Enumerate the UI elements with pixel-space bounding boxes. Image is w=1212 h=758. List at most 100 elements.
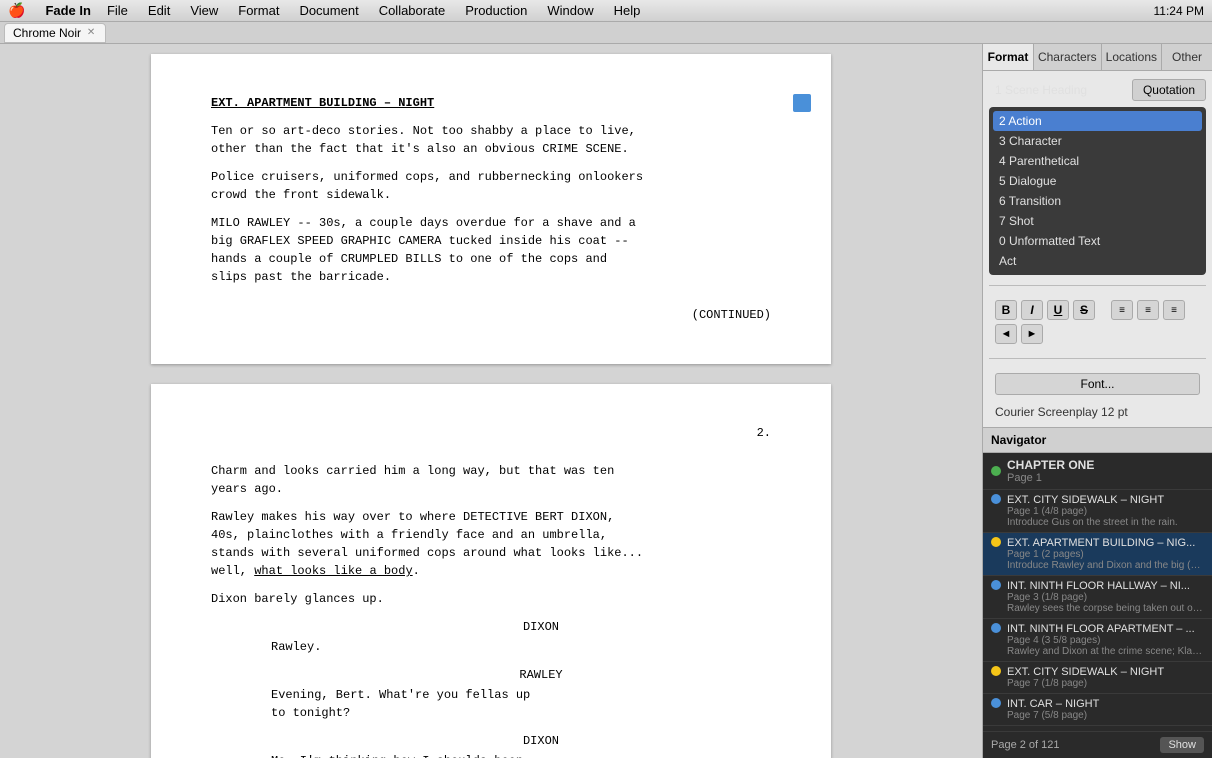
action-paragraph-1: Ten or so art-deco stories. Not too shab… <box>211 122 771 158</box>
scene-content-3: INT. NINTH FLOOR HALLWAY – NI... Page 3 … <box>1007 580 1204 614</box>
dialogue-dixon-2: Me, I'm thinking how I shoulda been an a… <box>211 752 771 758</box>
menubar-collaborate[interactable]: Collaborate <box>371 1 454 21</box>
scene-page-6: Page 7 (5/8 page) <box>1007 710 1204 721</box>
continued-label: (CONTINUED) <box>211 306 771 324</box>
nav-list[interactable]: CHAPTER ONE Page 1 EXT. CITY SIDEWALK – … <box>983 453 1212 731</box>
action-paragraph-4: Charm and looks carried him a long way, … <box>211 462 771 498</box>
script-editor[interactable]: EXT. APARTMENT BUILDING – NIGHT Ten or s… <box>0 44 982 758</box>
scene-desc-2: Introduce Rawley and Dixon and the big (… <box>1007 560 1204 571</box>
format-character[interactable]: 3 Character <box>993 131 1202 151</box>
italic-button[interactable]: I <box>1021 300 1043 320</box>
tab-format[interactable]: Format <box>983 44 1034 70</box>
nav-show-button[interactable]: Show <box>1160 737 1204 753</box>
increase-indent-button[interactable]: ► <box>1021 324 1043 344</box>
tab-locations[interactable]: Locations <box>1102 44 1162 70</box>
scene-content-5: EXT. CITY SIDEWALK – NIGHT Page 7 (1/8 p… <box>1007 666 1204 689</box>
scene-heading-1: EXT. APARTMENT BUILDING – NIGHT <box>211 94 771 112</box>
nav-scene-3[interactable]: INT. NINTH FLOOR HALLWAY – NI... Page 3 … <box>983 576 1212 619</box>
scene-dot-2 <box>991 537 1001 547</box>
scene-dot-6 <box>991 698 1001 708</box>
tab-chrome-noir[interactable]: Chrome Noir ✕ <box>4 23 106 43</box>
tab-close-button[interactable]: ✕ <box>85 27 97 39</box>
format-action[interactable]: 2 Action <box>993 111 1202 131</box>
scene-page-1: Page 1 (4/8 page) <box>1007 506 1204 517</box>
dialogue-rawley-1: Evening, Bert. What're you fellas up to … <box>211 686 771 722</box>
nav-scene-2[interactable]: EXT. APARTMENT BUILDING – NIG... Page 1 … <box>983 533 1212 576</box>
scene-dot-5 <box>991 666 1001 676</box>
scene-desc-3: Rawley sees the corpse being taken out o… <box>1007 603 1204 614</box>
tab-other[interactable]: Other <box>1162 44 1212 70</box>
scene-title-1: EXT. CITY SIDEWALK – NIGHT <box>1007 494 1204 506</box>
right-panel: Format Characters Locations Other 1 Scen… <box>982 44 1212 758</box>
chapter-dot <box>991 466 1001 476</box>
menubar-edit[interactable]: Edit <box>140 1 178 21</box>
character-rawley-1: RAWLEY <box>211 666 771 684</box>
navigator-section: Navigator CHAPTER ONE Page 1 EXT. CITY S… <box>983 427 1212 758</box>
tab-characters[interactable]: Characters <box>1034 44 1102 70</box>
tab-label: Chrome Noir <box>13 26 81 40</box>
right-panel-tabs: Format Characters Locations Other <box>983 44 1212 71</box>
menubar-document[interactable]: Document <box>291 1 366 21</box>
align-left-button[interactable]: ≡ <box>1111 300 1133 320</box>
character-dixon-1: DIXON <box>211 618 771 636</box>
nav-scene-6[interactable]: INT. CAR – NIGHT Page 7 (5/8 page) <box>983 694 1212 726</box>
menubar: 🍎 Fade In File Edit View Format Document… <box>0 0 1212 22</box>
scene-title-3: INT. NINTH FLOOR HALLWAY – NI... <box>1007 580 1204 592</box>
menubar-window[interactable]: Window <box>539 1 601 21</box>
nav-scene-4[interactable]: INT. NINTH FLOOR APARTMENT – ... Page 4 … <box>983 619 1212 662</box>
clock: 11:24 PM <box>1154 4 1204 18</box>
nav-scene-5[interactable]: EXT. CITY SIDEWALK – NIGHT Page 7 (1/8 p… <box>983 662 1212 694</box>
font-name-label: Courier Screenplay 12 pt <box>989 403 1206 421</box>
menubar-production[interactable]: Production <box>457 1 535 21</box>
nav-page-info: Page 2 of 121 <box>991 739 1060 751</box>
apple-menu[interactable]: 🍎 <box>8 2 25 19</box>
menubar-appname[interactable]: Fade In <box>37 1 99 21</box>
nav-scene-1[interactable]: EXT. CITY SIDEWALK – NIGHT Page 1 (4/8 p… <box>983 490 1212 533</box>
dialogue-dixon-1: Rawley. <box>211 638 771 656</box>
scene-title-4: INT. NINTH FLOOR APARTMENT – ... <box>1007 623 1204 635</box>
action-paragraph-6: Dixon barely glances up. <box>211 590 771 608</box>
scene-page-3: Page 3 (1/8 page) <box>1007 592 1204 603</box>
divider-2 <box>989 358 1206 359</box>
menubar-help[interactable]: Help <box>606 1 649 21</box>
scene-content-2: EXT. APARTMENT BUILDING – NIG... Page 1 … <box>1007 537 1204 571</box>
bold-button[interactable]: B <box>995 300 1017 320</box>
scene-marker <box>793 94 811 112</box>
format-act[interactable]: Act <box>993 251 1202 271</box>
scene-dot-4 <box>991 623 1001 633</box>
format-shot[interactable]: 7 Shot <box>993 211 1202 231</box>
page-number-2: 2. <box>211 424 771 442</box>
quotation-button[interactable]: Quotation <box>1132 79 1206 101</box>
main-area: EXT. APARTMENT BUILDING – NIGHT Ten or s… <box>0 44 1212 758</box>
action-paragraph-2: Police cruisers, uniformed cops, and rub… <box>211 168 771 204</box>
menubar-format[interactable]: Format <box>230 1 287 21</box>
tabbar: Chrome Noir ✕ <box>0 22 1212 44</box>
chapter-content: CHAPTER ONE Page 1 <box>1007 458 1094 484</box>
format-unformatted[interactable]: 0 Unformatted Text <box>993 231 1202 251</box>
format-dialogue[interactable]: 5 Dialogue <box>993 171 1202 191</box>
chapter-name: CHAPTER ONE <box>1007 458 1094 472</box>
menubar-file[interactable]: File <box>99 1 136 21</box>
divider-1 <box>989 285 1206 286</box>
scene-title-6: INT. CAR – NIGHT <box>1007 698 1204 710</box>
scene-page-5: Page 7 (1/8 page) <box>1007 678 1204 689</box>
align-center-button[interactable]: ≡ <box>1137 300 1159 320</box>
scene-content-4: INT. NINTH FLOOR APARTMENT – ... Page 4 … <box>1007 623 1204 657</box>
underline-button[interactable]: U <box>1047 300 1069 320</box>
action-paragraph-3: MILO RAWLEY -- 30s, a couple days overdu… <box>211 214 771 286</box>
character-dixon-2: DIXON <box>211 732 771 750</box>
scene-desc-1: Introduce Gus on the street in the rain. <box>1007 517 1204 528</box>
font-button[interactable]: Font... <box>995 373 1200 395</box>
scene-title-5: EXT. CITY SIDEWALK – NIGHT <box>1007 666 1204 678</box>
decrease-indent-button[interactable]: ◄ <box>995 324 1017 344</box>
scene-content-6: INT. CAR – NIGHT Page 7 (5/8 page) <box>1007 698 1204 721</box>
strikethrough-button[interactable]: S <box>1073 300 1095 320</box>
format-transition[interactable]: 6 Transition <box>993 191 1202 211</box>
format-parenthetical[interactable]: 4 Parenthetical <box>993 151 1202 171</box>
align-right-button[interactable]: ≡ <box>1163 300 1185 320</box>
menubar-view[interactable]: View <box>182 1 226 21</box>
scene-dot-3 <box>991 580 1001 590</box>
scene-page-4: Page 4 (3 5/8 pages) <box>1007 635 1204 646</box>
format-scene-heading[interactable]: 1 Scene Heading <box>989 80 1093 100</box>
nav-chapter: CHAPTER ONE Page 1 <box>983 453 1212 490</box>
